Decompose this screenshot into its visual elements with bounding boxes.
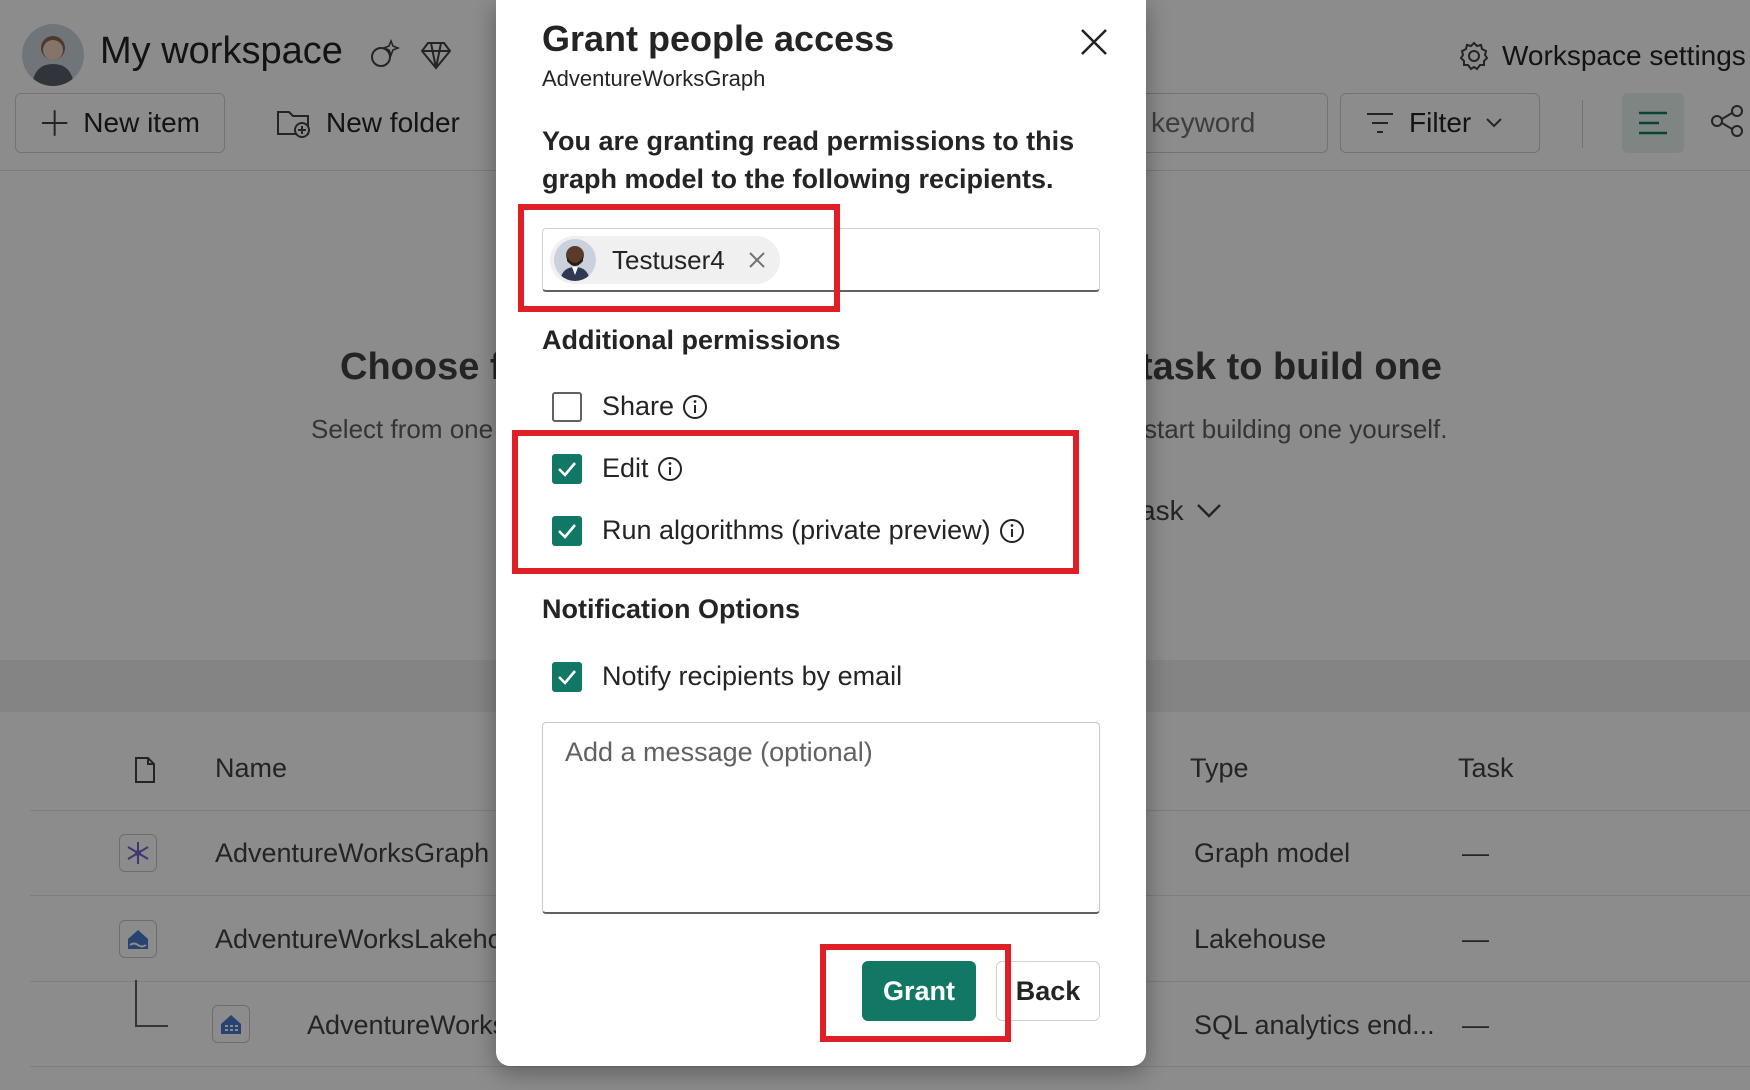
additional-permissions-heading: Additional permissions [542, 325, 841, 355]
notify-checkbox[interactable] [552, 661, 582, 692]
highlight-grant [820, 944, 1011, 1042]
highlight-permissions [512, 430, 1079, 574]
close-icon[interactable] [1076, 24, 1112, 60]
back-button[interactable]: Back [996, 961, 1100, 1021]
share-label: Share [602, 391, 675, 421]
dialog-description: You are granting read permissions to thi… [542, 126, 1075, 194]
message-textarea[interactable]: Add a message (optional) [542, 722, 1100, 914]
checkmark-icon [558, 669, 576, 685]
dialog-title: Grant people access [542, 18, 895, 59]
info-icon[interactable] [682, 394, 708, 420]
share-checkbox[interactable] [552, 391, 582, 422]
notify-row[interactable]: Notify recipients by email [552, 661, 902, 692]
highlight-recipient [518, 204, 840, 312]
notify-label: Notify recipients by email [602, 661, 903, 691]
message-placeholder: Add a message (optional) [565, 737, 873, 767]
dialog-subtitle: AdventureWorksGraph [542, 66, 766, 91]
notification-options-heading: Notification Options [542, 594, 800, 624]
permission-share-row[interactable]: Share [552, 391, 708, 422]
